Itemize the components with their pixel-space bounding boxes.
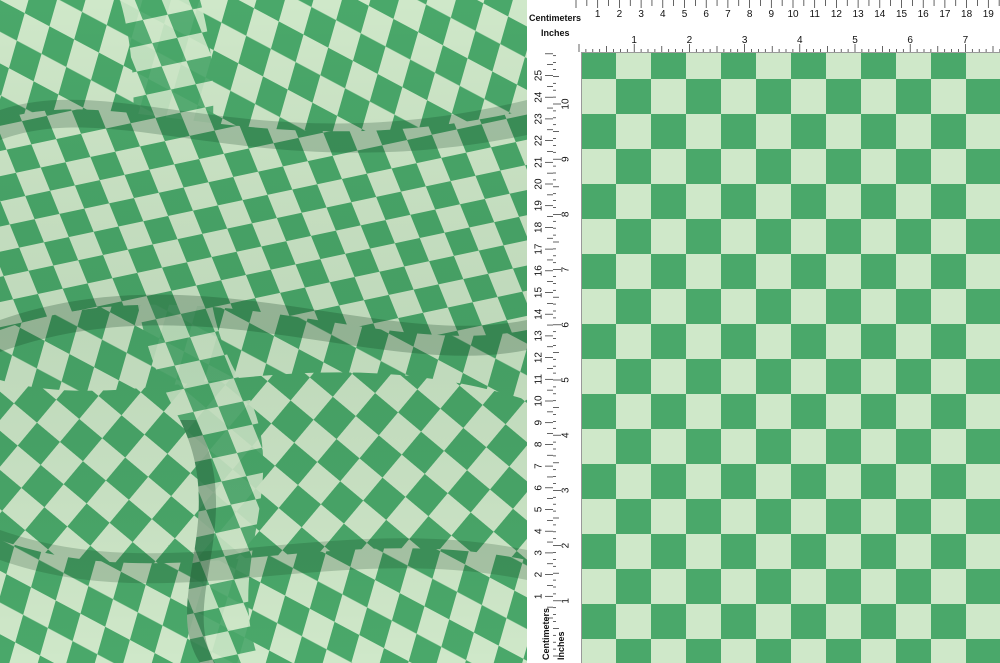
ruler-tick-label: 10 — [561, 98, 572, 110]
ruler-tick-label: 15 — [896, 9, 908, 20]
ruler-tick-label: 7 — [725, 9, 731, 20]
ruler-tick-label: 19 — [534, 200, 545, 212]
ruler-tick-label: 16 — [918, 9, 930, 20]
ruler-tick-label: 11 — [534, 374, 545, 385]
ruler-tick-label: 14 — [874, 9, 886, 20]
ruler-tick-label: 10 — [787, 9, 799, 20]
ruler-top-centimeters: 1 2 3 4 5 6 7 8 9 10 11 12 13 14 15 16 17 18 19 Centimeter… — [527, 0, 1000, 27]
ruler-tick-label: 13 — [853, 9, 865, 20]
draped-fabric-photo — [0, 0, 527, 663]
ruler-tick-label: 24 — [534, 91, 545, 103]
ruler-tick-label: 8 — [747, 9, 753, 20]
ruler-top-cm-title: Centimeters — [529, 13, 582, 23]
ruler-tick-label: 25 — [534, 70, 545, 82]
ruler-tick-label: 18 — [534, 221, 545, 233]
ruler-tick-label: 14 — [534, 308, 545, 320]
ruler-left-centimeters: 1 2 3 4 5 6 7 8 9 10 11 12 13 14 15 16 17 18 19 20 21 22 23 24 2… — [527, 52, 554, 663]
ruler-tick-label: 4 — [797, 35, 803, 46]
ruler-tick-label: 4 — [534, 528, 545, 534]
ruler-tick-label: 4 — [660, 9, 666, 20]
ruler-tick-label: 16 — [534, 265, 545, 277]
ruler-tick-label: 8 — [561, 211, 572, 217]
ruler-tick-label: 6 — [703, 9, 709, 20]
ruler-tick-label: 3 — [638, 9, 644, 20]
ruler-tick-label: 9 — [561, 156, 572, 162]
ruler-tick-label: 7 — [561, 266, 572, 272]
ruler-tick-label: 2 — [534, 571, 545, 577]
ruler-tick-label: 2 — [687, 35, 693, 46]
ruler-tick-label: 8 — [534, 441, 545, 447]
ruler-tick-label: 23 — [534, 113, 545, 125]
ruler-tick-label: 5 — [852, 35, 858, 46]
ruler-tick-label: 12 — [534, 352, 545, 364]
ruler-left-cm-title: Centimeters — [541, 607, 551, 660]
ruler-tick-label: 6 — [534, 485, 545, 491]
ruler-tick-label: 1 — [534, 593, 545, 599]
ruler-tick-label: 4 — [561, 432, 572, 438]
ruler-tick-label: 2 — [561, 542, 572, 548]
ruler-tick-label: 12 — [831, 9, 843, 20]
ruler-tick-label: 17 — [939, 9, 951, 20]
ruler-tick-label: 6 — [561, 322, 572, 328]
ruler-tick-label: 10 — [534, 395, 545, 407]
ruler-tick-label: 5 — [561, 377, 572, 383]
ruler-tick-label: 6 — [907, 35, 913, 46]
ruler-left-in-title: Inches — [556, 631, 566, 660]
ruler-tick-label: 5 — [682, 9, 688, 20]
ruler-tick-label: 11 — [810, 9, 821, 20]
ruler-top-inches: 1 2 3 4 5 6 7 Inches — [527, 26, 1000, 53]
ruler-tick-label: 9 — [534, 419, 545, 425]
ruler-tick-label: 2 — [617, 9, 623, 20]
ruler-tick-label: 3 — [534, 550, 545, 556]
ruler-tick-label: 9 — [769, 9, 775, 20]
ruler-tick-label: 5 — [534, 506, 545, 512]
ruler-left-inches: 1 2 3 4 5 6 7 8 9 10 Inches — [553, 52, 582, 663]
ruler-tick-label: 1 — [631, 35, 637, 46]
ruler-tick-label: 21 — [534, 156, 545, 168]
ruler-top-in-title: Inches — [541, 28, 570, 38]
ruler-tick-label: 22 — [534, 135, 545, 147]
ruler-tick-label: 20 — [534, 178, 545, 190]
ruler-tick-label: 13 — [534, 330, 545, 342]
ruler-tick-label: 1 — [595, 9, 601, 20]
ruler-tick-label: 18 — [961, 9, 973, 20]
ruler-tick-label: 7 — [534, 463, 545, 469]
ruler-tick-label: 15 — [534, 287, 545, 299]
flat-fabric-swatch — [581, 52, 1000, 663]
ruler-tick-label: 17 — [534, 243, 545, 255]
ruler-tick-label: 19 — [983, 9, 995, 20]
ruler-tick-label: 7 — [963, 35, 969, 46]
ruler-tick-label: 1 — [561, 598, 572, 604]
ruler-tick-label: 3 — [742, 35, 748, 46]
ruler-tick-label: 3 — [561, 487, 572, 493]
